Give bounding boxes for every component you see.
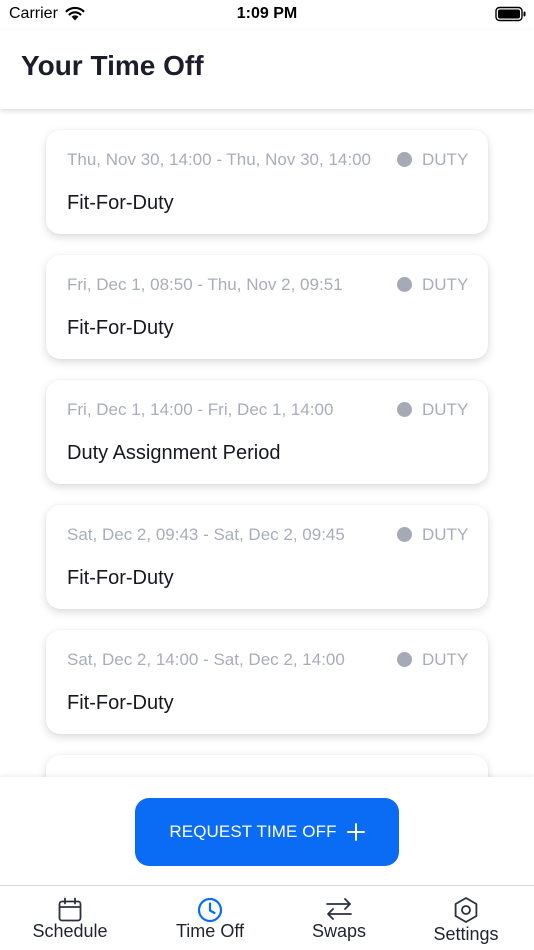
status-bar: Carrier 1:09 PM <box>0 0 534 30</box>
time-off-card[interactable]: Fri, Dec 1, 08:50 - Thu, Nov 2, 09:51 DU… <box>46 255 488 359</box>
status-dot <box>397 652 412 667</box>
request-time-off-button[interactable]: REQUEST TIME OFF <box>135 798 399 866</box>
page-title: Your Time Off <box>21 50 204 81</box>
time-off-card[interactable]: Thu, Nov 30, 14:00 - Thu, Nov 30, 14:00 … <box>46 130 488 234</box>
tab-label: Schedule <box>32 921 108 941</box>
time-off-type: DUTY <box>422 275 469 294</box>
time-off-range: Sat, Dec 2, 09:43 - Sat, Dec 2, 09:45 <box>67 525 345 544</box>
tab-settings[interactable]: Settings <box>416 886 516 950</box>
time-off-type: DUTY <box>422 400 469 419</box>
clock-icon <box>197 897 223 923</box>
tab-time-off[interactable]: Time Off <box>160 886 260 950</box>
time-off-range: Fri, Dec 1, 14:00 - Fri, Dec 1, 14:00 <box>67 400 334 419</box>
time-off-title: Fit-For-Duty <box>67 692 174 714</box>
plus-icon <box>346 823 365 841</box>
time-off-type: DUTY <box>422 650 469 669</box>
status-dot <box>397 527 412 542</box>
calendar-icon <box>58 897 82 922</box>
time-off-range: Thu, Nov 30, 14:00 - Thu, Nov 30, 14:00 <box>67 150 371 169</box>
clock: 1:09 PM <box>236 5 298 22</box>
time-off-title: Fit-For-Duty <box>67 192 174 214</box>
status-dot <box>397 277 412 292</box>
status-dot <box>397 152 412 167</box>
time-off-screen: Carrier 1:09 PM Your Time Off Thu, Nov 3… <box>0 0 534 950</box>
time-off-title: Duty Assignment Period <box>67 442 281 464</box>
action-area: REQUEST TIME OFF <box>0 777 534 885</box>
time-off-title: Fit-For-Duty <box>67 567 174 589</box>
tab-label: Time Off <box>175 921 244 941</box>
tab-schedule[interactable]: Schedule <box>20 886 120 950</box>
header: Your Time Off <box>0 30 534 109</box>
tab-label: Swaps <box>311 921 367 941</box>
time-off-title: Fit-For-Duty <box>67 317 174 339</box>
time-off-type: DUTY <box>422 150 469 169</box>
time-off-card-partial[interactable] <box>46 755 488 777</box>
battery-icon <box>495 6 526 22</box>
request-time-off-label: REQUEST TIME OFF <box>169 822 337 841</box>
swap-arrows-icon <box>326 898 352 920</box>
status-dot <box>397 402 412 417</box>
tab-bar: Schedule Time Off Swaps Settings <box>0 885 534 950</box>
tab-label: Settings <box>433 924 499 944</box>
time-off-list[interactable]: Thu, Nov 30, 14:00 - Thu, Nov 30, 14:00 … <box>0 109 534 777</box>
time-off-card[interactable]: Sat, Dec 2, 09:43 - Sat, Dec 2, 09:45 DU… <box>46 505 488 609</box>
time-off-card[interactable]: Sat, Dec 2, 14:00 - Sat, Dec 2, 14:00 DU… <box>46 630 488 734</box>
time-off-card[interactable]: Fri, Dec 1, 14:00 - Fri, Dec 1, 14:00 DU… <box>46 380 488 484</box>
time-off-type: DUTY <box>422 525 469 544</box>
tab-swaps[interactable]: Swaps <box>289 886 389 950</box>
time-off-range: Sat, Dec 2, 14:00 - Sat, Dec 2, 14:00 <box>67 650 345 669</box>
gear-icon <box>454 897 478 923</box>
time-off-range: Fri, Dec 1, 08:50 - Thu, Nov 2, 09:51 <box>67 275 343 294</box>
